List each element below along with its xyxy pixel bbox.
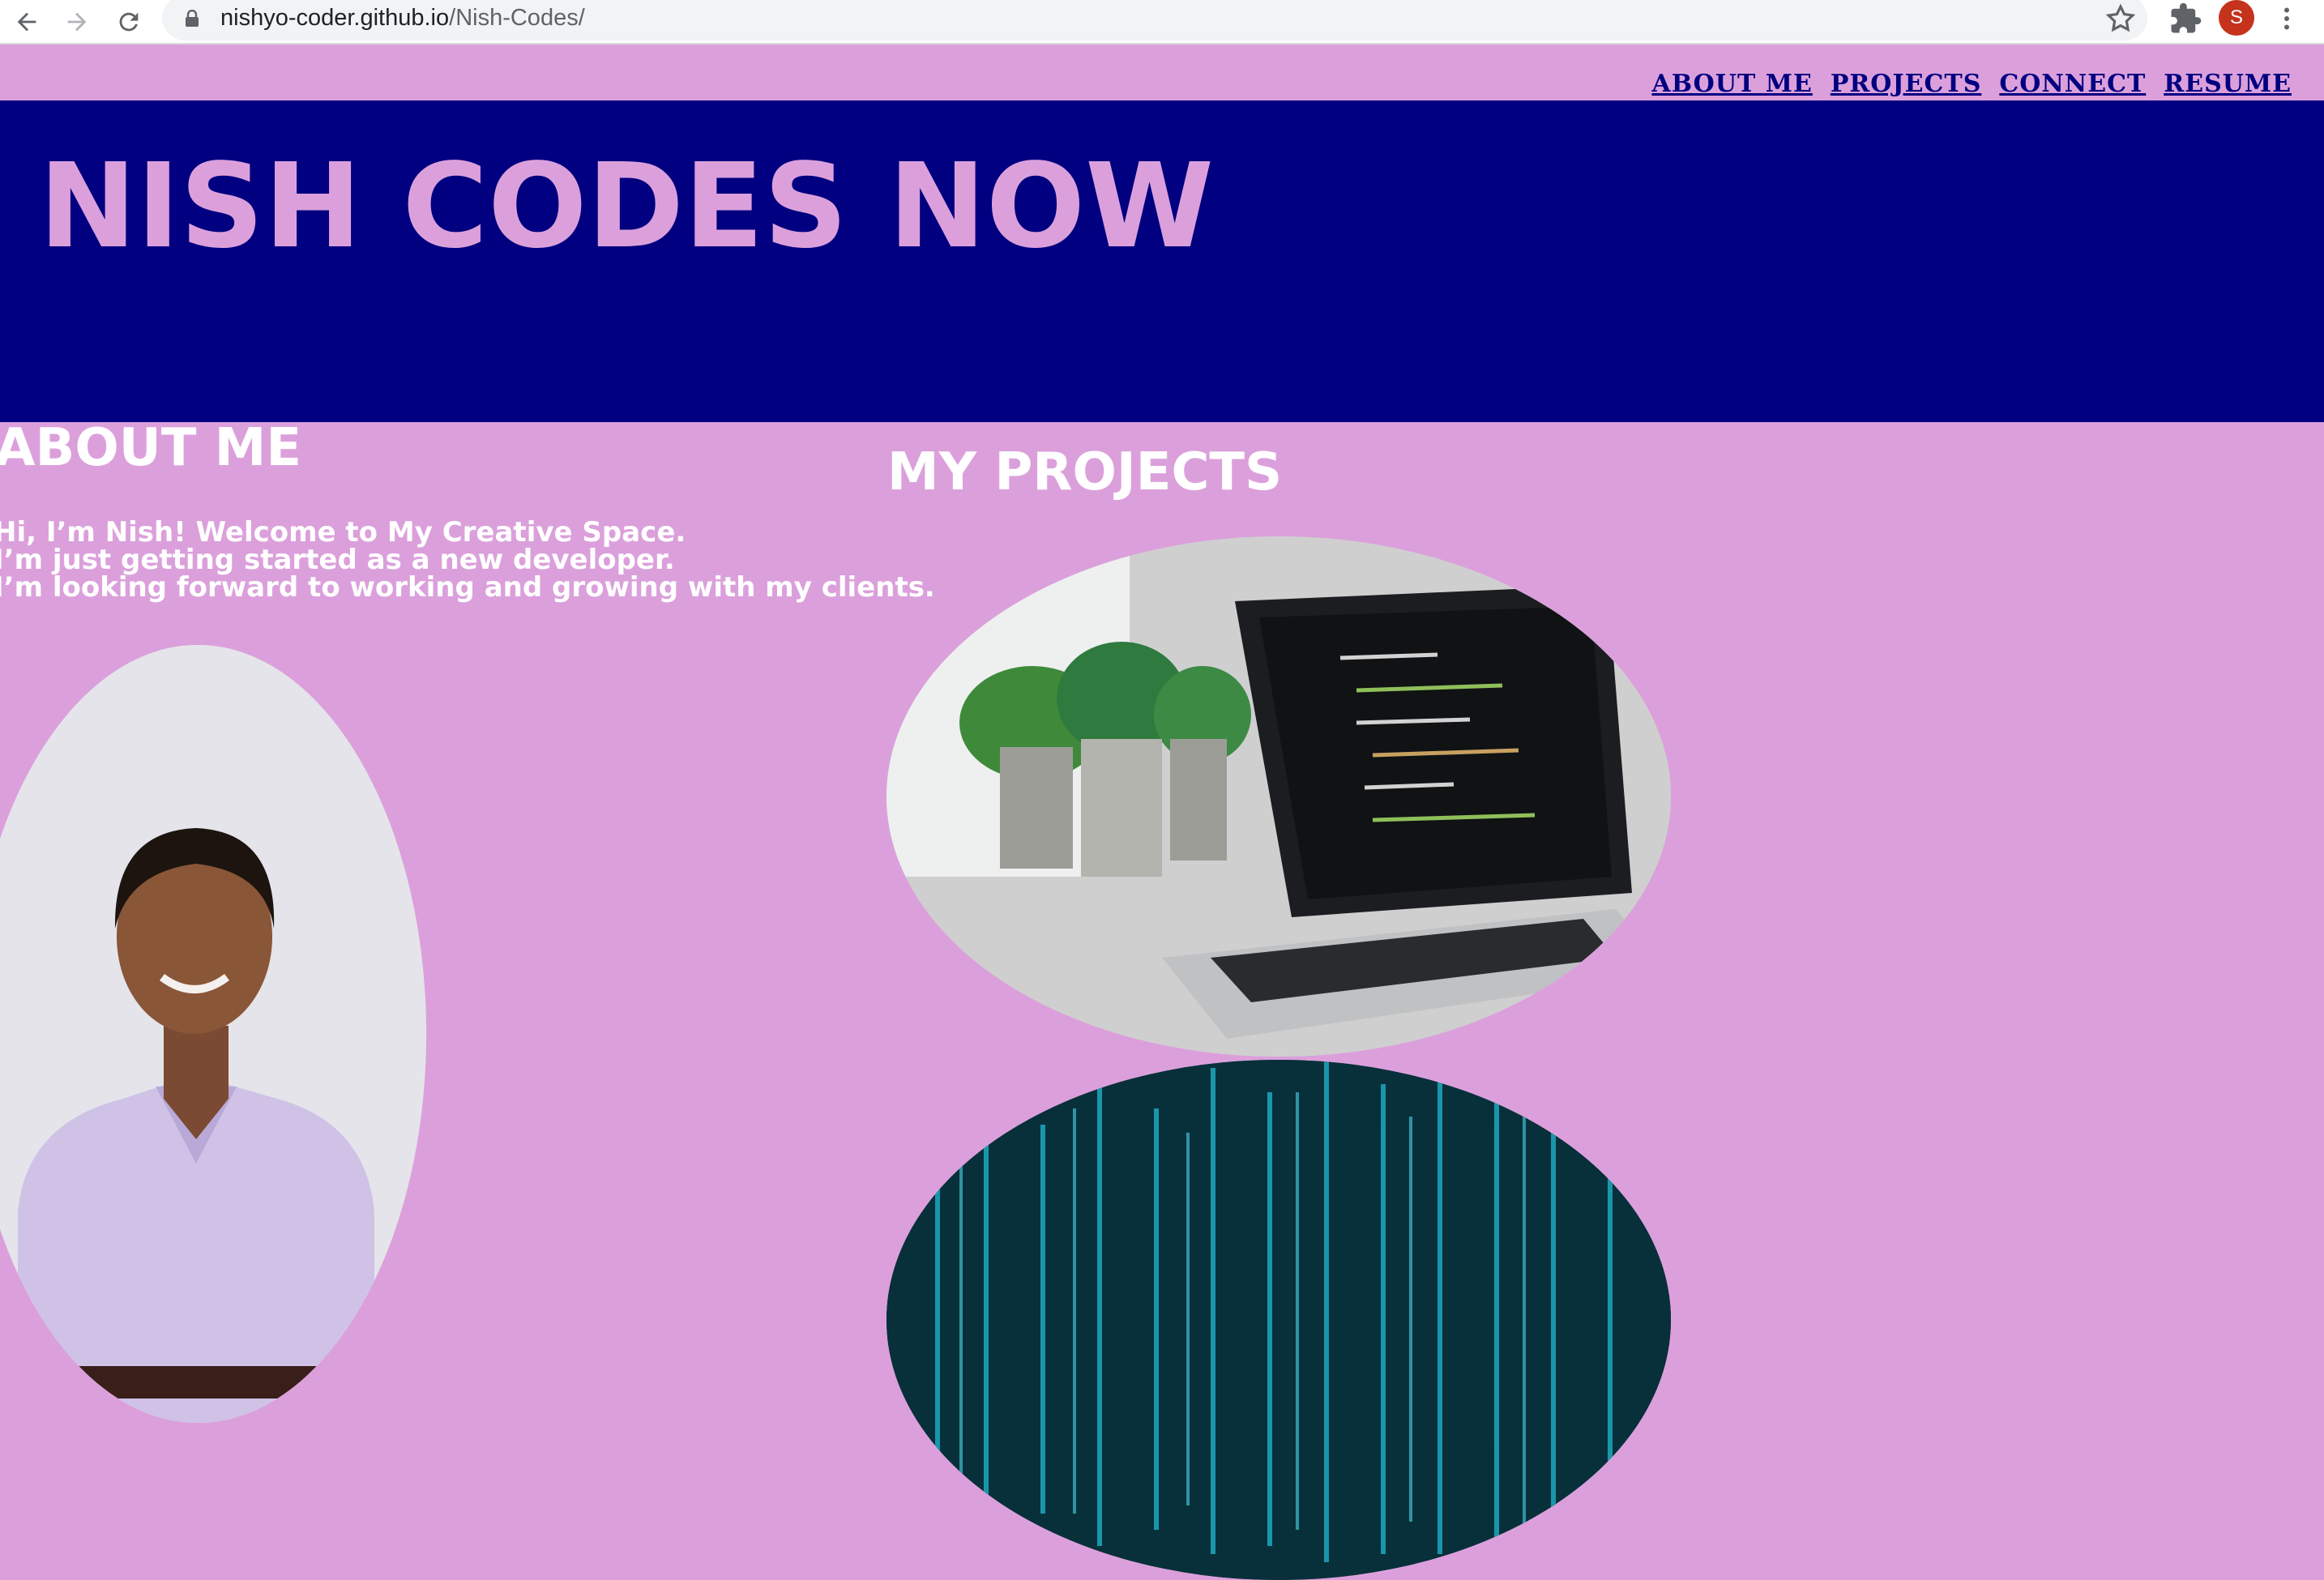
about-heading: ABOUT ME [0,418,302,478]
url-path: /Nish-Codes/ [449,5,585,31]
about-line-1: Hi, I’m Nish! Welcome to My Creative Spa… [0,516,686,549]
forward-icon[interactable] [58,3,96,41]
nav-resume-link[interactable]: RESUME [2164,70,2292,98]
top-nav: ABOUT ME PROJECTS CONNECT RESUME [1651,70,2292,98]
site-header: NISH CODES NOW [0,100,2324,422]
profile-avatar[interactable]: S [2219,0,2254,36]
projects-heading: MY PROJECTS [887,442,1283,502]
nav-projects-link[interactable]: PROJECTS [1831,70,1982,98]
browser-toolbar: nishyo-coder.github.io/Nish-Codes/ S [0,0,2324,45]
back-icon[interactable] [8,3,45,41]
about-line-3: I’m looking forward to working and growi… [0,571,935,604]
project-code-matrix-image[interactable] [886,1060,1671,1580]
bookmark-star-icon[interactable] [2104,2,2138,36]
nav-connect-link[interactable]: CONNECT [1999,70,2146,98]
about-text: Hi, I’m Nish! Welcome to My Creative Spa… [0,519,935,601]
url-text[interactable]: nishyo-coder.github.io/Nish-Codes/ [220,2,585,34]
nav-about-me-link[interactable]: ABOUT ME [1651,70,1812,98]
extensions-puzzle-icon[interactable] [2168,2,2202,36]
project-laptop-image[interactable] [886,536,1671,1057]
site-title: NISH CODES NOW [39,138,1215,274]
url-host: nishyo-coder.github.io [220,5,450,31]
more-menu-icon[interactable] [2272,2,2301,36]
reload-icon[interactable] [110,3,147,41]
lock-icon [186,10,199,27]
profile-portrait-image [0,645,426,1423]
about-line-2: I’m just getting started as a new develo… [0,544,675,576]
